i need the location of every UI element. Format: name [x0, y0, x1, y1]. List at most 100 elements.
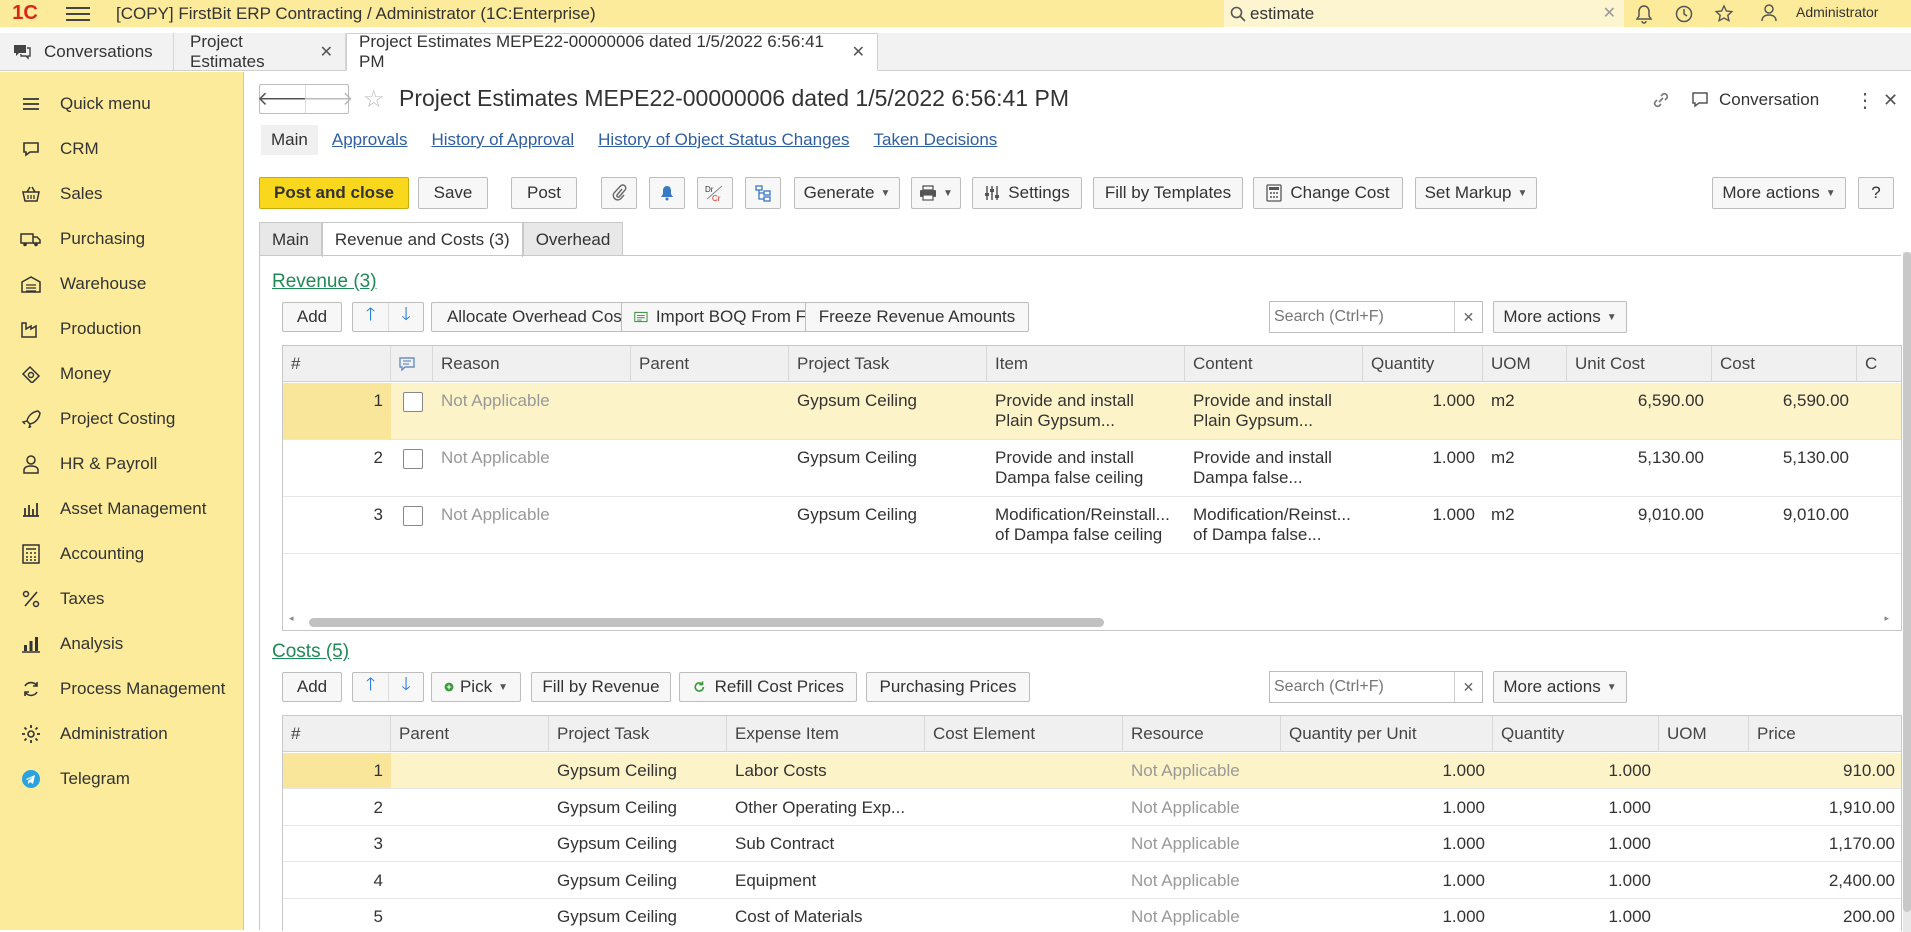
link-tab-approvals[interactable]: Approvals — [332, 126, 408, 154]
column-header[interactable]: Reason — [433, 346, 631, 382]
conversation-button[interactable]: Conversation — [1691, 86, 1819, 114]
more-actions-dropdown[interactable]: More actions ▼ — [1712, 177, 1846, 209]
page-tab-main[interactable]: Main — [259, 222, 322, 256]
page-tab-revenue-and-costs[interactable]: Revenue and Costs (3) — [321, 222, 523, 257]
column-header[interactable]: Cost Element — [925, 716, 1123, 752]
costs-section-title[interactable]: Costs (5) — [272, 641, 349, 663]
costs-search-input[interactable] — [1270, 678, 1450, 696]
tab-project-estimates[interactable]: Project Estimates ✕ — [174, 32, 346, 71]
sidebar-item-administration[interactable]: Administration — [0, 711, 244, 756]
sidebar-item-sales[interactable]: Sales — [0, 171, 244, 216]
sidebar-item-process-management[interactable]: Process Management — [0, 666, 244, 711]
revenue-search-input[interactable] — [1270, 308, 1450, 326]
sidebar-item-crm[interactable]: CRM — [0, 126, 244, 171]
column-header[interactable]: # — [283, 346, 391, 382]
row-checkbox[interactable] — [403, 506, 423, 526]
tab-project-estimate-document[interactable]: Project Estimates MEPE22-00000006 dated … — [346, 32, 878, 71]
sidebar-item-analysis[interactable]: Analysis — [0, 621, 244, 666]
link-tab-history-of-status-changes[interactable]: History of Object Status Changes — [598, 126, 849, 154]
move-down-arrow-icon[interactable]: 🡓 — [388, 303, 423, 331]
move-down-arrow-icon[interactable]: 🡓 — [388, 673, 423, 701]
fill-by-revenue-button[interactable]: Fill by Revenue — [531, 672, 671, 702]
close-tab-icon[interactable]: ✕ — [852, 42, 865, 62]
post-and-close-button[interactable]: Post and close — [259, 177, 409, 209]
bell-icon[interactable] — [1630, 0, 1658, 27]
sidebar-item-hr-payroll[interactable]: HR & Payroll — [0, 441, 244, 486]
clear-search-icon[interactable]: ✕ — [1603, 3, 1616, 23]
help-button[interactable]: ? — [1858, 177, 1894, 209]
page-tab-overhead[interactable]: Overhead — [522, 222, 624, 256]
column-header[interactable]: Expense Item — [727, 716, 925, 752]
global-search-input[interactable] — [1250, 3, 1590, 24]
sidebar-item-purchasing[interactable]: Purchasing — [0, 216, 244, 261]
move-up-arrow-icon[interactable]: 🡑 — [353, 303, 388, 331]
scrollbar-thumb[interactable] — [309, 618, 1104, 627]
change-cost-button[interactable]: Change Cost — [1253, 177, 1403, 209]
import-boq-button[interactable]: Import BOQ From File — [621, 302, 836, 332]
history-icon[interactable] — [1670, 0, 1698, 27]
sidebar-item-production[interactable]: Production — [0, 306, 244, 351]
set-markup-dropdown[interactable]: Set Markup ▼ — [1415, 177, 1537, 209]
purchasing-prices-button[interactable]: Purchasing Prices — [866, 672, 1030, 702]
clear-search-icon[interactable]: ✕ — [1454, 672, 1482, 702]
table-row[interactable]: 4 Gypsum Ceiling Equipment Not Applicable 1.… — [283, 863, 1901, 899]
row-checkbox[interactable] — [403, 449, 423, 469]
user-icon[interactable] — [1760, 2, 1782, 29]
global-search[interactable]: ✕ — [1224, 0, 1624, 27]
clear-search-icon[interactable]: ✕ — [1454, 302, 1482, 332]
column-header[interactable]: Unit Cost — [1567, 346, 1712, 382]
column-header[interactable]: Parent — [631, 346, 789, 382]
save-button[interactable]: Save — [418, 177, 488, 209]
pick-dropdown[interactable]: Pick ▼ — [431, 672, 521, 702]
generate-dropdown[interactable]: Generate ▼ — [794, 177, 900, 209]
sidebar-item-accounting[interactable]: Accounting — [0, 531, 244, 576]
close-form-icon[interactable]: ✕ — [1883, 86, 1898, 114]
table-row[interactable]: 3 Gypsum Ceiling Sub Contract Not Applicabl… — [283, 826, 1901, 862]
column-header[interactable]: Parent — [391, 716, 549, 752]
column-header[interactable]: C — [1857, 346, 1901, 382]
column-header[interactable]: # — [283, 716, 391, 752]
print-dropdown[interactable]: ▼ — [911, 177, 961, 209]
form-vertical-scrollbar[interactable] — [1903, 252, 1911, 932]
back-arrow-icon[interactable]: 🡐 — [257, 85, 308, 113]
link-tab-history-of-approval[interactable]: History of Approval — [431, 126, 574, 154]
column-header[interactable]: Project Task — [789, 346, 987, 382]
sidebar-item-warehouse[interactable]: Warehouse — [0, 261, 244, 306]
revenue-more-actions-dropdown[interactable]: More actions ▼ — [1493, 301, 1627, 333]
column-header[interactable]: Project Task — [549, 716, 727, 752]
refill-cost-prices-button[interactable]: Refill Cost Prices — [679, 672, 857, 702]
attachment-icon[interactable] — [601, 177, 637, 209]
sidebar-item-telegram[interactable]: Telegram — [0, 756, 244, 801]
main-menu-icon[interactable] — [64, 4, 92, 24]
favorite-star-icon[interactable]: ☆ — [363, 85, 385, 114]
sidebar-item-quick-menu[interactable]: Quick menu — [0, 81, 244, 126]
revenue-section-title[interactable]: Revenue (3) — [272, 271, 377, 293]
more-vertical-icon[interactable]: ⋮ — [1855, 86, 1875, 114]
table-row[interactable]: 2 Gypsum Ceiling Other Operating Exp... Not… — [283, 790, 1901, 826]
costs-add-button[interactable]: Add — [282, 672, 342, 702]
sidebar-item-money[interactable]: Money — [0, 351, 244, 396]
table-row[interactable]: 1 Gypsum Ceiling Labor Costs Not Applicable… — [283, 753, 1901, 789]
revenue-horizontal-scrollbar[interactable]: ◂ ▸ — [289, 613, 1889, 628]
column-header[interactable]: Cost — [1712, 346, 1857, 382]
link-tab-main[interactable]: Main — [261, 125, 318, 155]
table-row[interactable]: 1 Not Applicable Gypsum Ceiling Provide and… — [283, 383, 1901, 440]
revenue-add-button[interactable]: Add — [282, 302, 342, 332]
column-header[interactable]: UOM — [1483, 346, 1567, 382]
revenue-search[interactable]: ✕ — [1269, 301, 1483, 333]
column-header[interactable]: Quantity — [1363, 346, 1483, 382]
table-row[interactable]: 2 Not Applicable Gypsum Ceiling Provide and… — [283, 440, 1901, 497]
column-header[interactable]: UOM — [1659, 716, 1749, 752]
app-logo[interactable]: 1C — [0, 0, 50, 27]
column-header[interactable]: Item — [987, 346, 1185, 382]
table-row[interactable]: 3 Not Applicable Gypsum Ceiling Modificatio… — [283, 497, 1901, 554]
column-header[interactable]: Content — [1185, 346, 1363, 382]
link-icon[interactable] — [1650, 86, 1672, 114]
link-tab-taken-decisions[interactable]: Taken Decisions — [874, 126, 998, 154]
column-header[interactable]: Resource — [1123, 716, 1281, 752]
user-name[interactable]: Administrator — [1796, 4, 1878, 20]
costs-more-actions-dropdown[interactable]: More actions ▼ — [1493, 671, 1627, 703]
favorites-star-icon[interactable] — [1710, 0, 1738, 27]
close-tab-icon[interactable]: ✕ — [320, 42, 333, 62]
settings-button[interactable]: Settings — [972, 177, 1082, 209]
